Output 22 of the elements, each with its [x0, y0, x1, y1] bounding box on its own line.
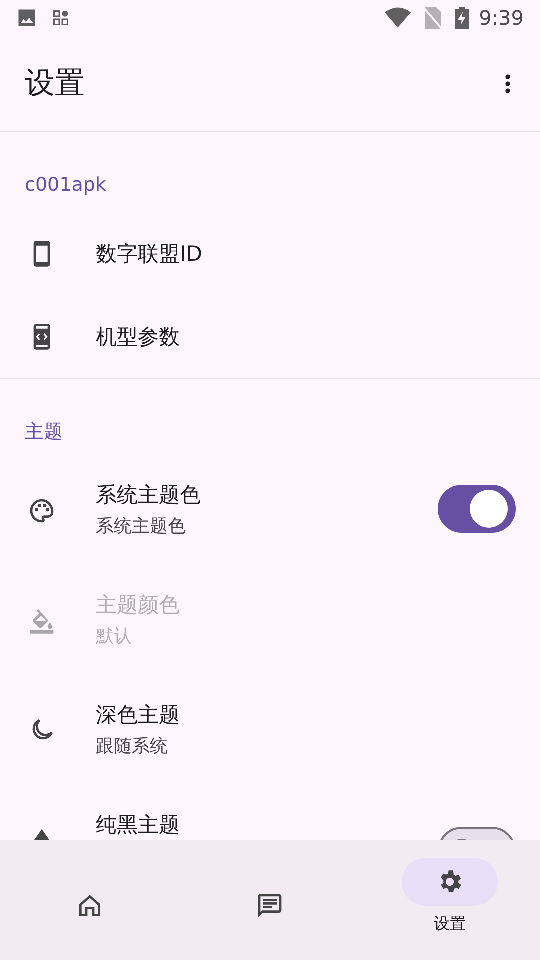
paint-bucket-icon	[28, 607, 56, 635]
row-title[interactable]: 纯黑主题	[96, 811, 438, 839]
battery-charging-icon	[455, 7, 470, 29]
message-icon	[256, 892, 284, 920]
row-subtitle: 默认	[96, 625, 133, 649]
wifi-icon	[385, 7, 412, 29]
section-header: c001apk	[25, 173, 106, 198]
status-time: 9:39	[479, 5, 524, 32]
page-title: 设置	[25, 65, 86, 103]
section-header: 主题	[25, 420, 63, 445]
row-title[interactable]: 深色主题	[96, 701, 516, 729]
palette-icon	[28, 497, 56, 525]
grid-icon	[52, 9, 70, 27]
toggle-switch[interactable]	[438, 485, 516, 533]
row-subtitle: 系统主题色	[96, 515, 187, 539]
no-sim-icon	[423, 7, 444, 29]
row-title[interactable]: 系统主题色	[96, 481, 438, 509]
row-title[interactable]: 机型参数	[96, 322, 516, 350]
row-subtitle: 跟随系统	[96, 735, 169, 759]
image-icon	[16, 7, 38, 29]
nav-label: 设置	[434, 913, 466, 935]
row-title[interactable]: 数字联盟ID	[96, 240, 516, 268]
